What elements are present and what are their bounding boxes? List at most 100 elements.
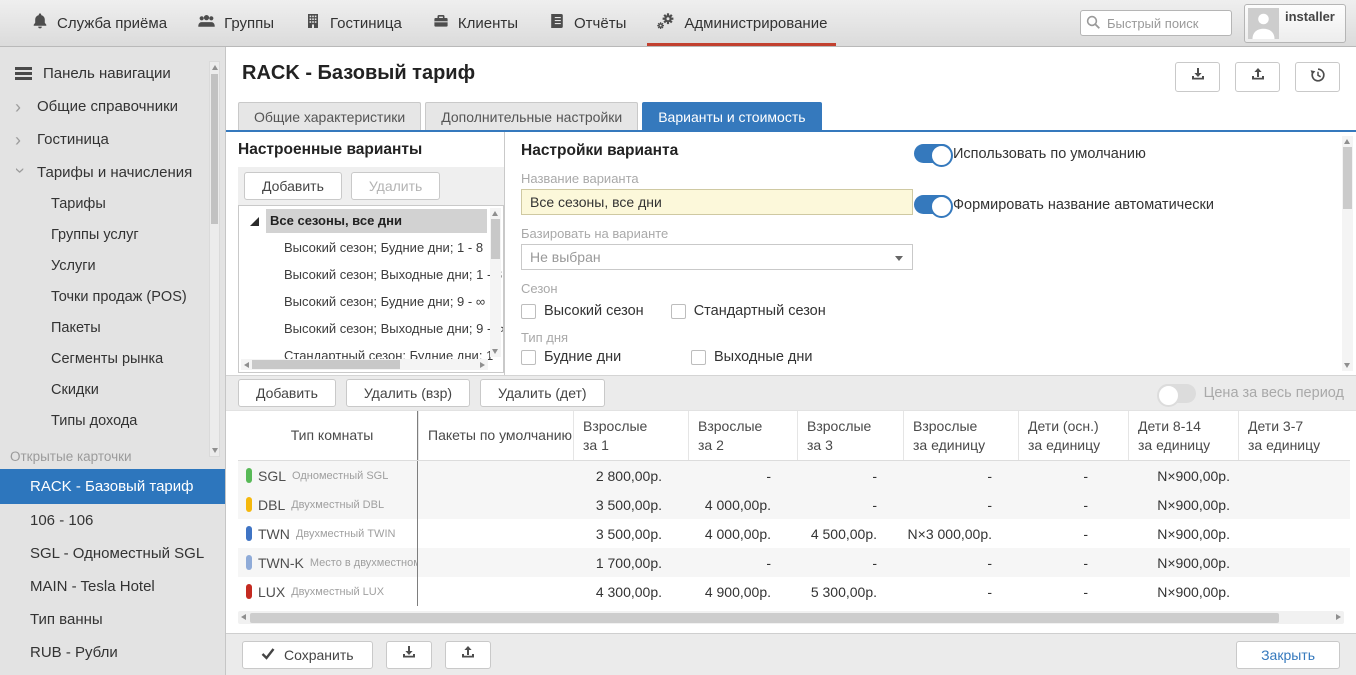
price-cell[interactable]: -: [1018, 555, 1128, 571]
scrollbar-thumb[interactable]: [211, 74, 218, 224]
scrollbar-thumb[interactable]: [1343, 147, 1352, 209]
tree-variant-item[interactable]: Высокий сезон; Выходные дни; 1 - 8: [239, 261, 503, 288]
table-horizontal-scrollbar[interactable]: [238, 611, 1344, 624]
scroll-up-arrow[interactable]: [492, 211, 498, 216]
price-row-twn[interactable]: TWNДвухместный TWIN 3 500,00р. 4 000,00р…: [238, 519, 1350, 548]
price-cell[interactable]: N×900,00р.: [1128, 468, 1238, 484]
season-high-checkbox[interactable]: Высокий сезон: [521, 303, 644, 319]
scroll-down-arrow[interactable]: [1344, 363, 1350, 368]
price-cell[interactable]: N×3 000,00р.: [903, 526, 1018, 542]
daytype-weekend-checkbox[interactable]: Выходные дни: [691, 349, 812, 365]
column-header-adults-3[interactable]: Взрослыеза 3: [797, 411, 903, 460]
sidebar-item-service-groups[interactable]: Группы услуг: [0, 220, 225, 251]
price-cell[interactable]: -: [1018, 526, 1128, 542]
column-header-adults-2[interactable]: Взрослыеза 2: [688, 411, 797, 460]
close-button[interactable]: Закрыть: [1236, 641, 1340, 669]
scroll-left-arrow[interactable]: [244, 362, 249, 368]
column-header-children-3-7[interactable]: Дети 3-7за единицу: [1238, 411, 1350, 460]
quick-search-input[interactable]: [1080, 10, 1232, 36]
tree-root-variant[interactable]: Все сезоны, все дни: [239, 208, 503, 234]
open-card-bath-type[interactable]: Тип ванны: [0, 603, 225, 636]
scroll-down-arrow[interactable]: [212, 448, 218, 453]
price-cell[interactable]: -: [797, 555, 903, 571]
price-cell[interactable]: -: [1018, 497, 1128, 513]
sidebar-nav-panel-toggle[interactable]: Панель навигации: [0, 57, 225, 90]
price-cell[interactable]: -: [903, 497, 1018, 513]
column-header-adults-1[interactable]: Взрослыеза 1: [573, 411, 688, 460]
price-cell[interactable]: -: [688, 555, 797, 571]
tree-expander-icon[interactable]: [250, 217, 259, 226]
add-variant-button[interactable]: Добавить: [244, 172, 342, 200]
price-cell[interactable]: -: [1018, 468, 1128, 484]
autoname-toggle[interactable]: [914, 195, 952, 214]
price-cell[interactable]: -: [797, 468, 903, 484]
menu-item-administration[interactable]: Администрирование: [641, 0, 842, 46]
price-cell[interactable]: N×900,00р.: [1128, 497, 1238, 513]
sidebar-item-pos[interactable]: Точки продаж (POS): [0, 282, 225, 313]
column-header-adults-per-unit[interactable]: Взрослыеза единицу: [903, 411, 1018, 460]
import-button[interactable]: [1235, 62, 1280, 92]
tree-horizontal-scrollbar[interactable]: [241, 359, 488, 370]
column-header-children-main[interactable]: Дети (осн.)за единицу: [1018, 411, 1128, 460]
scrollbar-thumb[interactable]: [252, 360, 400, 369]
sidebar-scrollbar[interactable]: [209, 61, 220, 457]
price-cell[interactable]: -: [1018, 584, 1128, 600]
scroll-right-arrow[interactable]: [480, 362, 485, 368]
price-cell[interactable]: 3 500,00р.: [573, 526, 688, 542]
price-cell[interactable]: 4 500,00р.: [797, 526, 903, 542]
sidebar-item-market-segments[interactable]: Сегменты рынка: [0, 344, 225, 375]
price-cell[interactable]: N×900,00р.: [1128, 584, 1238, 600]
tree-variant-item[interactable]: Высокий сезон; Выходные дни; 9 - ∞: [239, 315, 503, 342]
sidebar-item-income-types[interactable]: Типы дохода: [0, 406, 225, 437]
scroll-down-arrow[interactable]: [492, 349, 498, 354]
price-row-twn-k[interactable]: TWN-KМесто в двухместном TWIN 1 700,00р.…: [238, 548, 1350, 577]
sidebar-group-hotel[interactable]: › Гостиница: [0, 123, 225, 156]
scroll-right-arrow[interactable]: [1336, 614, 1341, 620]
open-card-sgl[interactable]: SGL - Одноместный SGL: [0, 537, 225, 570]
delete-variant-button[interactable]: Удалить: [351, 172, 440, 200]
sidebar-group-tariffs[interactable]: › Тарифы и начисления: [0, 156, 225, 189]
open-card-106[interactable]: 106 - 106: [0, 504, 225, 537]
open-card-main-hotel[interactable]: MAIN - Tesla Hotel: [0, 570, 225, 603]
whole-period-toggle[interactable]: [1158, 384, 1196, 403]
save-button[interactable]: Сохранить: [242, 641, 373, 669]
sidebar-item-discounts[interactable]: Скидки: [0, 375, 225, 406]
base-variant-select[interactable]: Не выбран: [521, 244, 913, 270]
export-button[interactable]: [1175, 62, 1220, 92]
tab-additional-settings[interactable]: Дополнительные настройки: [425, 102, 638, 130]
price-cell[interactable]: -: [903, 468, 1018, 484]
variant-name-input[interactable]: [521, 189, 913, 215]
column-header-room-type[interactable]: Тип комнаты: [238, 411, 418, 460]
price-cell[interactable]: 2 800,00р.: [573, 468, 688, 484]
scroll-up-arrow[interactable]: [1344, 139, 1350, 144]
column-header-default-packages[interactable]: Пакеты по умолчанию: [418, 411, 573, 460]
scrollbar-thumb[interactable]: [491, 219, 500, 259]
tab-variants-and-price[interactable]: Варианты и стоимость: [642, 102, 821, 130]
menu-item-front-desk[interactable]: Служба приёма: [16, 0, 182, 46]
footer-export-button[interactable]: [386, 641, 432, 669]
sidebar-group-general-directories[interactable]: › Общие справочники: [0, 90, 225, 123]
sidebar-item-tariffs[interactable]: Тарифы: [0, 189, 225, 220]
scroll-up-arrow[interactable]: [212, 65, 218, 70]
tree-variant-item[interactable]: Высокий сезон; Будние дни; 9 - ∞: [239, 288, 503, 315]
scroll-left-arrow[interactable]: [241, 614, 246, 620]
price-cell[interactable]: 4 900,00р.: [688, 584, 797, 600]
history-button[interactable]: [1295, 62, 1340, 92]
settings-vertical-scrollbar[interactable]: [1342, 136, 1353, 371]
price-cell[interactable]: 5 300,00р.: [797, 584, 903, 600]
price-cell[interactable]: 4 300,00р.: [573, 584, 688, 600]
season-standard-checkbox[interactable]: Стандартный сезон: [671, 303, 826, 319]
delete-adult-price-button[interactable]: Удалить (взр): [346, 379, 470, 407]
price-cell[interactable]: -: [797, 497, 903, 513]
sidebar-item-packages[interactable]: Пакеты: [0, 313, 225, 344]
price-cell[interactable]: -: [688, 468, 797, 484]
daytype-weekday-checkbox[interactable]: Будние дни: [521, 349, 664, 365]
price-cell[interactable]: 4 000,00р.: [688, 526, 797, 542]
menu-item-reports[interactable]: Отчёты: [533, 0, 641, 46]
use-default-toggle[interactable]: [914, 144, 952, 163]
open-card-rack[interactable]: RACK - Базовый тариф: [0, 469, 225, 504]
price-row-sgl[interactable]: SGLОдноместный SGL 2 800,00р. - - - - N×…: [238, 461, 1350, 490]
price-cell[interactable]: 3 500,00р.: [573, 497, 688, 513]
menu-item-groups[interactable]: Группы: [182, 0, 289, 46]
tree-variant-item[interactable]: Высокий сезон; Будние дни; 1 - 8: [239, 234, 503, 261]
